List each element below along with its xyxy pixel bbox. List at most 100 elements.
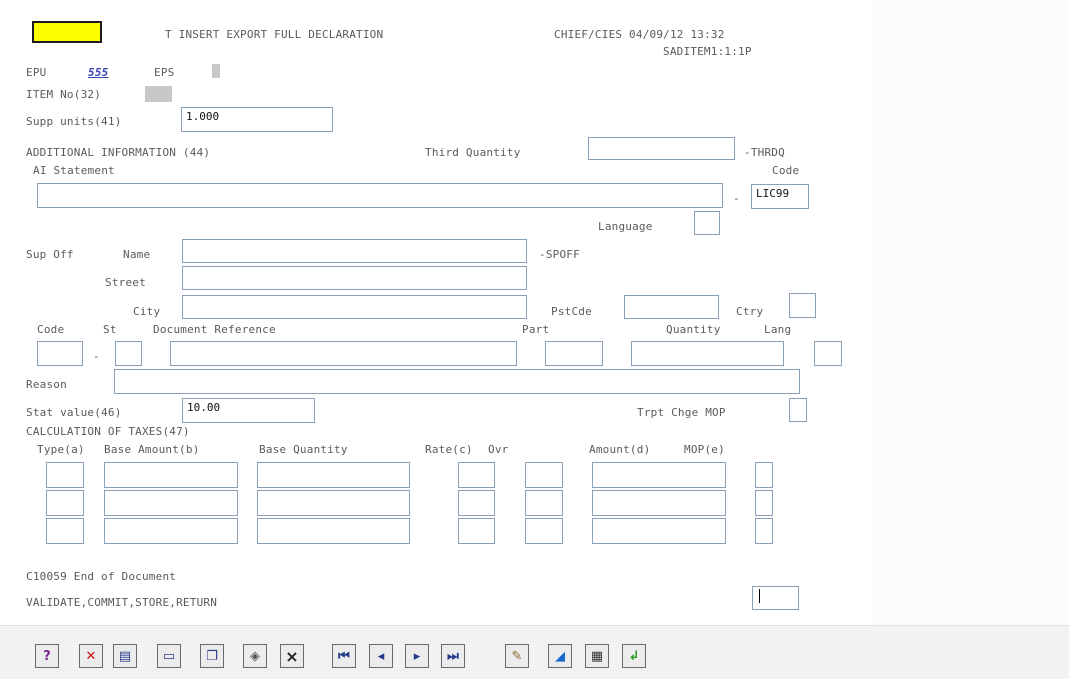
tax-base-quantity-field[interactable] (257, 462, 410, 488)
supp-units-label: Supp units(41) (26, 115, 122, 128)
doc-part-field[interactable] (545, 341, 603, 366)
status-marker (32, 21, 102, 43)
doc-code-dash: - (93, 350, 100, 363)
item-no-field[interactable] (145, 86, 172, 102)
doc-quantity-field[interactable] (631, 341, 784, 366)
code-label: Code (772, 164, 800, 177)
language-label: Language (598, 220, 653, 233)
end-of-document-message: C10059 End of Document (26, 570, 177, 583)
doc-st-label: St (103, 323, 117, 336)
tax-ovr-field[interactable] (525, 518, 563, 544)
tax-base-amount-field[interactable] (104, 462, 238, 488)
system-timestamp: CHIEF/CIES 04/09/12 13:32 (554, 28, 725, 41)
reason-field[interactable] (114, 369, 800, 394)
tax-base-amount-field[interactable] (104, 490, 238, 516)
street-label: Street (105, 276, 146, 289)
tax-type-field[interactable] (46, 518, 84, 544)
tax-ovr-field[interactable] (525, 462, 563, 488)
city-label: City (133, 305, 161, 318)
text-cursor (759, 589, 760, 603)
help-book-icon[interactable]: ? (35, 644, 59, 668)
delete-field-icon[interactable]: ✕ (79, 644, 103, 668)
tax-rate-field[interactable] (458, 490, 495, 516)
epu-value[interactable]: 555 (88, 66, 108, 80)
eps-field[interactable] (212, 64, 220, 78)
tax-type-field[interactable] (46, 462, 84, 488)
tax-rate-field[interactable] (458, 518, 495, 544)
doc-lang-label: Lang (764, 323, 792, 336)
third-quantity-suffix: -THRDQ (744, 146, 785, 159)
country-field[interactable] (789, 293, 816, 318)
first-page-icon[interactable]: ⏮ (332, 644, 356, 668)
tax-col-amount: Amount(d) (589, 443, 651, 456)
additional-info-heading: ADDITIONAL INFORMATION (44) (26, 146, 211, 159)
doc-reference-label: Document Reference (153, 323, 276, 336)
language-field[interactable] (694, 211, 720, 235)
toolbar: ? ✕ ▤ ▭ ❐ ◈ × ⏮ ◂ ▸ ⏭ ✎ ◢ ▦ ↲ (0, 625, 1069, 679)
supp-units-field[interactable]: 1.000 (181, 107, 333, 132)
ai-statement-label: AI Statement (33, 164, 115, 177)
edit-field-icon[interactable]: ▭ (157, 644, 181, 668)
eps-label: EPS (154, 66, 175, 79)
copy-record-icon[interactable]: ❐ (200, 644, 224, 668)
pstcde-label: PstCde (551, 305, 592, 318)
tax-col-mop: MOP(e) (684, 443, 725, 456)
tax-rate-field[interactable] (458, 462, 495, 488)
stat-value-label: Stat value(46) (26, 406, 122, 419)
screen-title: T INSERT EXPORT FULL DECLARATION (165, 28, 384, 41)
sup-off-street-field[interactable] (182, 266, 527, 290)
insert-field-icon[interactable]: ▤ (113, 644, 137, 668)
ai-code-field[interactable]: LIC99 (751, 184, 809, 209)
code-dash: - (733, 192, 740, 205)
trpt-chge-mop-label: Trpt Chge MOP (637, 406, 726, 419)
tax-mop-field[interactable] (755, 462, 773, 488)
tax-amount-field[interactable] (592, 490, 726, 516)
next-page-icon[interactable]: ▸ (405, 644, 429, 668)
tax-col-type: Type(a) (37, 443, 85, 456)
return-arrow-icon[interactable]: ↲ (622, 644, 646, 668)
doc-reference-field[interactable] (170, 341, 517, 366)
tax-base-amount-field[interactable] (104, 518, 238, 544)
last-page-icon[interactable]: ⏭ (441, 644, 465, 668)
third-quantity-label: Third Quantity (425, 146, 521, 159)
cancel-icon[interactable]: × (280, 644, 304, 668)
previous-page-icon[interactable]: ◂ (369, 644, 393, 668)
doc-status-field[interactable] (115, 341, 142, 366)
tax-base-quantity-field[interactable] (257, 490, 410, 516)
screen-id: SADITEM1:1:1P (663, 45, 752, 58)
ctry-label: Ctry (736, 305, 764, 318)
tax-mop-field[interactable] (755, 490, 773, 516)
item-no-label: ITEM No(32) (26, 88, 102, 101)
tax-col-ovr: Ovr (488, 443, 509, 456)
tax-base-quantity-field[interactable] (257, 518, 410, 544)
pen-icon[interactable]: ✎ (505, 644, 529, 668)
postcode-field[interactable] (624, 295, 719, 319)
doc-quantity-label: Quantity (666, 323, 721, 336)
reason-label: Reason (26, 378, 67, 391)
doc-code-field[interactable] (37, 341, 83, 366)
sup-off-label: Sup Off (26, 248, 74, 261)
tax-mop-field[interactable] (755, 518, 773, 544)
print-icon[interactable]: ▦ (585, 644, 609, 668)
paint-icon[interactable]: ◢ (548, 644, 572, 668)
tax-col-base-quantity: Base Quantity (259, 443, 348, 456)
sup-off-name-field[interactable] (182, 239, 527, 263)
tax-col-base-amount: Base Amount(b) (104, 443, 200, 456)
ai-statement-field[interactable] (37, 183, 723, 208)
doc-part-label: Part (522, 323, 550, 336)
sup-off-city-field[interactable] (182, 295, 527, 319)
taxes-heading: CALCULATION OF TAXES(47) (26, 425, 190, 438)
stat-value-field[interactable]: 10.00 (182, 398, 315, 423)
name-label: Name (123, 248, 151, 261)
tax-col-rate: Rate(c) (425, 443, 473, 456)
third-quantity-field[interactable] (588, 137, 735, 160)
tax-amount-field[interactable] (592, 462, 726, 488)
tax-ovr-field[interactable] (525, 490, 563, 516)
action-prompt: VALIDATE,COMMIT,STORE,RETURN (26, 596, 218, 609)
tax-amount-field[interactable] (592, 518, 726, 544)
right-panel (873, 0, 1069, 625)
doc-lang-field[interactable] (814, 341, 842, 366)
trpt-chge-mop-field[interactable] (789, 398, 807, 422)
tax-type-field[interactable] (46, 490, 84, 516)
clear-icon[interactable]: ◈ (243, 644, 267, 668)
